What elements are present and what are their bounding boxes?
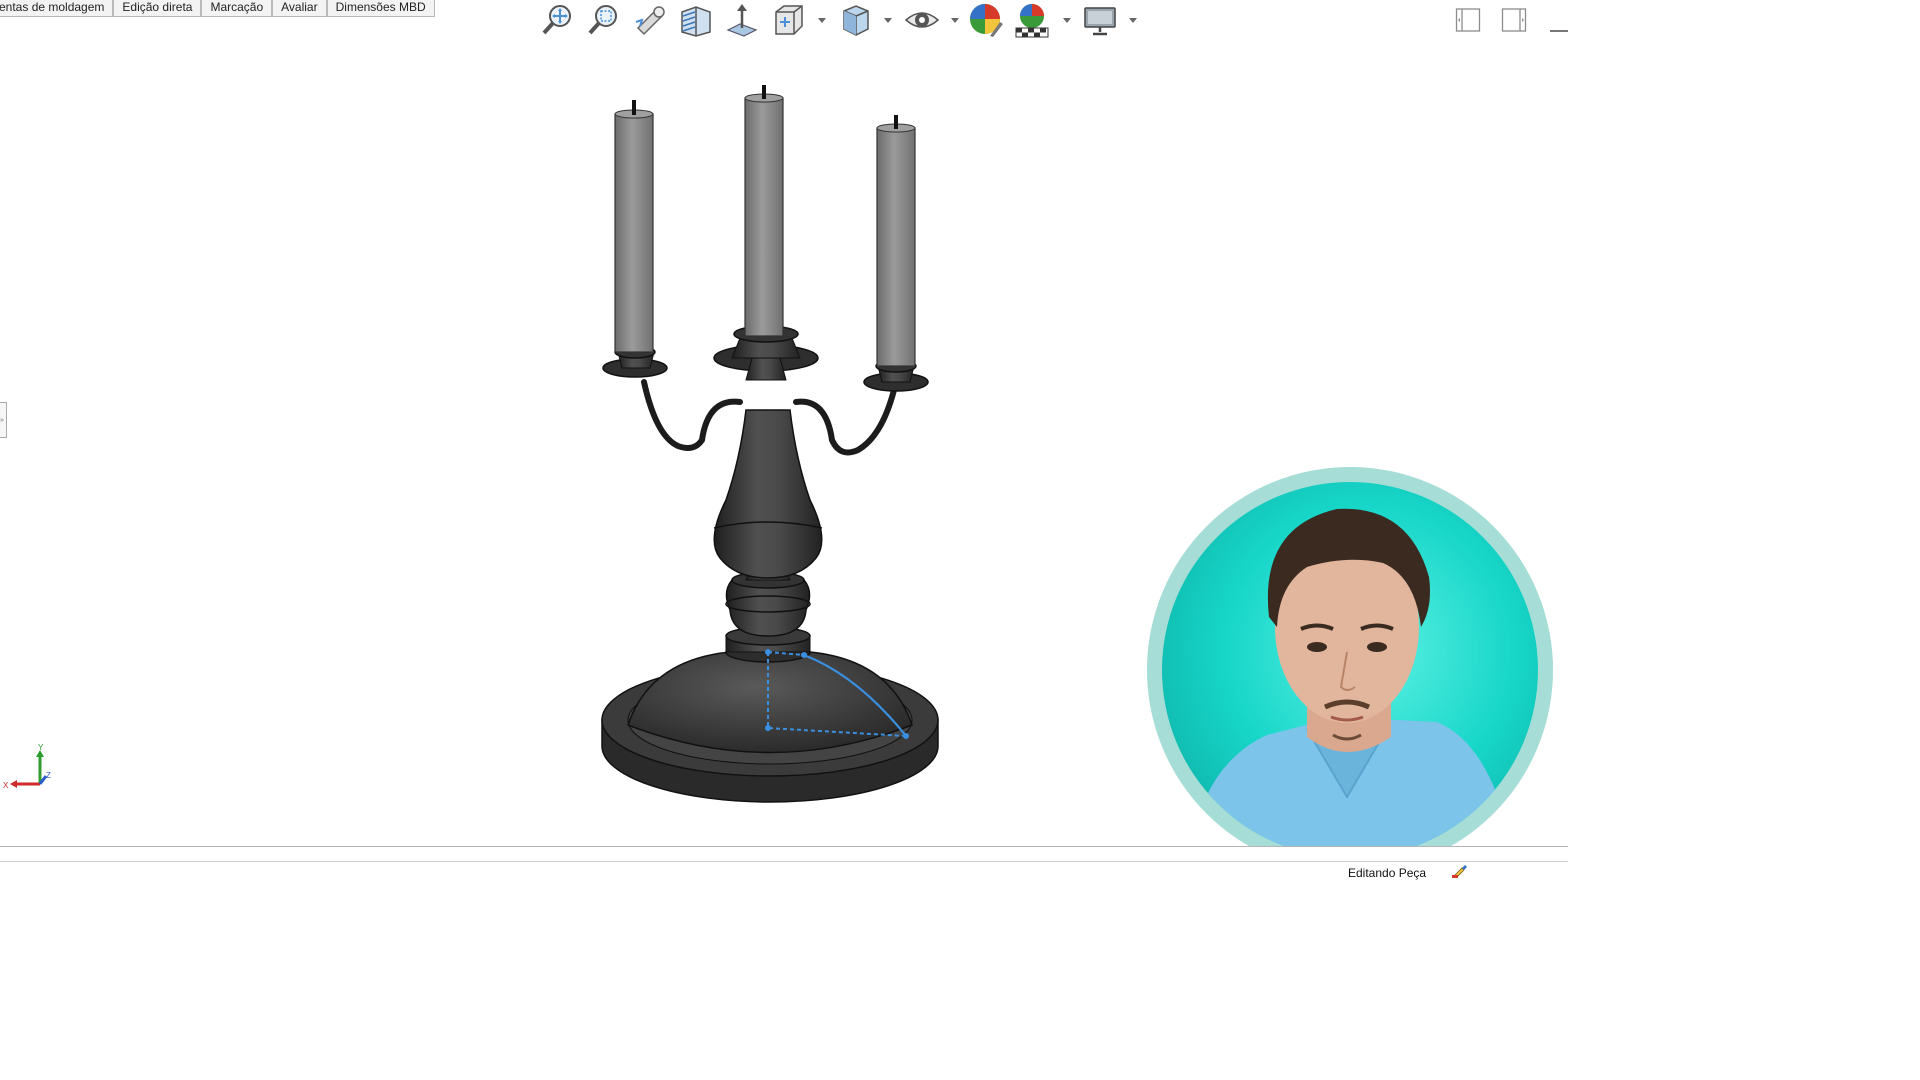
- view-orientation-dropdown-icon[interactable]: [817, 15, 827, 25]
- webcam-overlay: [1147, 467, 1553, 873]
- display-style-icon[interactable]: [838, 2, 874, 38]
- apply-scene-icon[interactable]: [1014, 2, 1050, 38]
- view-settings-dropdown-icon[interactable]: [1128, 15, 1138, 25]
- section-view-icon[interactable]: [678, 2, 714, 38]
- tab-mold-tools[interactable]: entas de moldagem: [0, 0, 114, 17]
- view-selector-icon[interactable]: [724, 2, 760, 38]
- display-style-dropdown-icon[interactable]: [883, 15, 893, 25]
- collapse-left-panel-icon[interactable]: [1455, 6, 1481, 34]
- tab-markup[interactable]: Marcação: [201, 0, 273, 17]
- zoom-to-area-icon[interactable]: [586, 2, 622, 38]
- reference-triad: Y X Z: [2, 744, 54, 796]
- status-bar: Editando Peça: [0, 846, 1568, 881]
- collapse-right-panel-icon[interactable]: [1501, 6, 1527, 34]
- status-divider: [0, 861, 1568, 862]
- candelabra-model: [601, 85, 939, 803]
- hide-show-items-icon[interactable]: [904, 2, 940, 38]
- apply-scene-dropdown-icon[interactable]: [1062, 15, 1072, 25]
- triad-y-label: Y: [38, 744, 44, 752]
- previous-view-icon[interactable]: [632, 2, 668, 38]
- triad-z-label: Z: [46, 771, 51, 780]
- tab-evaluate[interactable]: Avaliar: [272, 0, 327, 17]
- graphics-area-model[interactable]: [590, 80, 950, 810]
- heads-up-view-toolbar: [540, 0, 1140, 42]
- status-mode-text: Editando Peça: [1348, 866, 1427, 880]
- view-settings-icon[interactable]: [1082, 2, 1118, 38]
- handle-grip-icon: »: [0, 417, 4, 424]
- triad-x-label: X: [3, 781, 9, 790]
- view-orientation-icon[interactable]: [770, 2, 806, 38]
- tab-direct-editing[interactable]: Edição direta: [113, 0, 202, 17]
- hide-show-dropdown-icon[interactable]: [950, 15, 960, 25]
- feature-tree-expand-handle[interactable]: »: [0, 402, 7, 438]
- zoom-to-fit-icon[interactable]: [540, 2, 576, 38]
- rebuild-edit-icon[interactable]: [1452, 864, 1468, 878]
- edit-appearance-icon[interactable]: [968, 2, 1004, 38]
- tab-mbd-dimensions[interactable]: Dimensões MBD: [326, 0, 435, 17]
- minimize-icon[interactable]: [1550, 30, 1568, 32]
- command-manager-tabs: entas de moldagem Edição direta Marcação…: [0, 0, 435, 18]
